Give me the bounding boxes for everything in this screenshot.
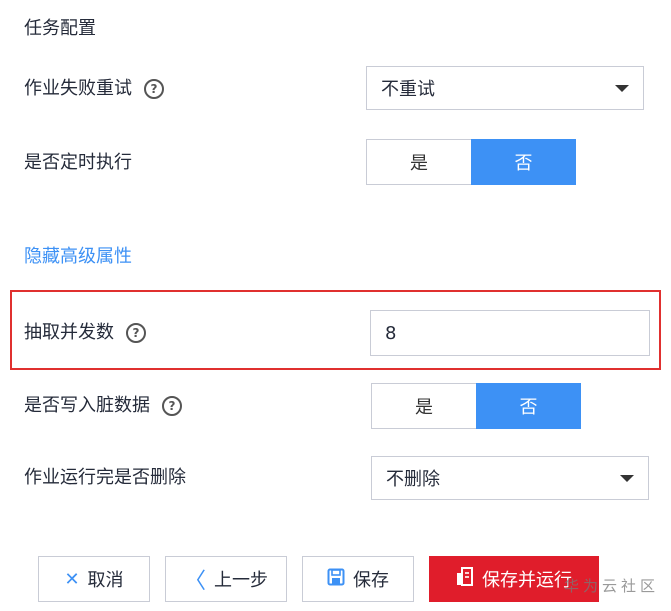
retry-select-value: 不重试: [381, 79, 435, 100]
concurrency-value: 8: [385, 322, 397, 344]
cancel-button[interactable]: ✕ 取消: [38, 556, 150, 602]
concurrency-input[interactable]: 8: [370, 310, 650, 356]
save-button-label: 保存: [353, 570, 389, 591]
schedule-yes-option[interactable]: 是: [366, 139, 471, 185]
retry-select[interactable]: 不重试: [366, 66, 644, 110]
concurrency-label-row: 抽取并发数 ?: [24, 320, 146, 346]
chevron-left-icon: 〈: [183, 569, 206, 594]
delete-after-select[interactable]: 不删除: [371, 456, 649, 500]
watermark-text: 华为云社区: [563, 577, 659, 595]
help-icon[interactable]: ?: [144, 79, 164, 99]
run-icon: [456, 566, 474, 592]
save-and-run-button-label: 保存并运行: [482, 570, 572, 591]
help-icon[interactable]: ?: [126, 323, 146, 343]
retry-label: 作业失败重试: [24, 78, 132, 99]
dirty-data-label-row: 是否写入脏数据 ?: [24, 393, 182, 419]
prev-step-button-label: 上一步: [214, 570, 268, 591]
help-icon[interactable]: ?: [162, 396, 182, 416]
dirty-data-label: 是否写入脏数据: [24, 395, 150, 416]
concurrency-label: 抽取并发数: [24, 322, 114, 343]
dropdown-caret-icon: [615, 85, 629, 92]
schedule-label: 是否定时执行: [24, 152, 132, 173]
prev-step-button[interactable]: 〈 上一步: [165, 556, 287, 602]
dirty-data-yes-option[interactable]: 是: [371, 383, 476, 429]
section-title: 任务配置: [24, 18, 96, 39]
close-icon: ✕: [64, 568, 80, 590]
save-button[interactable]: 保存: [302, 556, 414, 602]
dropdown-caret-icon: [620, 475, 634, 482]
schedule-toggle: 是 否: [366, 139, 576, 185]
delete-after-label: 作业运行完是否删除: [24, 467, 186, 488]
hide-advanced-link[interactable]: 隐藏高级属性: [24, 242, 132, 268]
dirty-data-no-option[interactable]: 否: [476, 383, 581, 429]
save-icon: [327, 568, 345, 591]
delete-after-select-value: 不删除: [386, 469, 440, 490]
schedule-no-option[interactable]: 否: [471, 139, 576, 185]
retry-label-row: 作业失败重试 ?: [24, 76, 164, 102]
cancel-button-label: 取消: [87, 570, 124, 591]
dirty-data-toggle: 是 否: [371, 383, 581, 429]
